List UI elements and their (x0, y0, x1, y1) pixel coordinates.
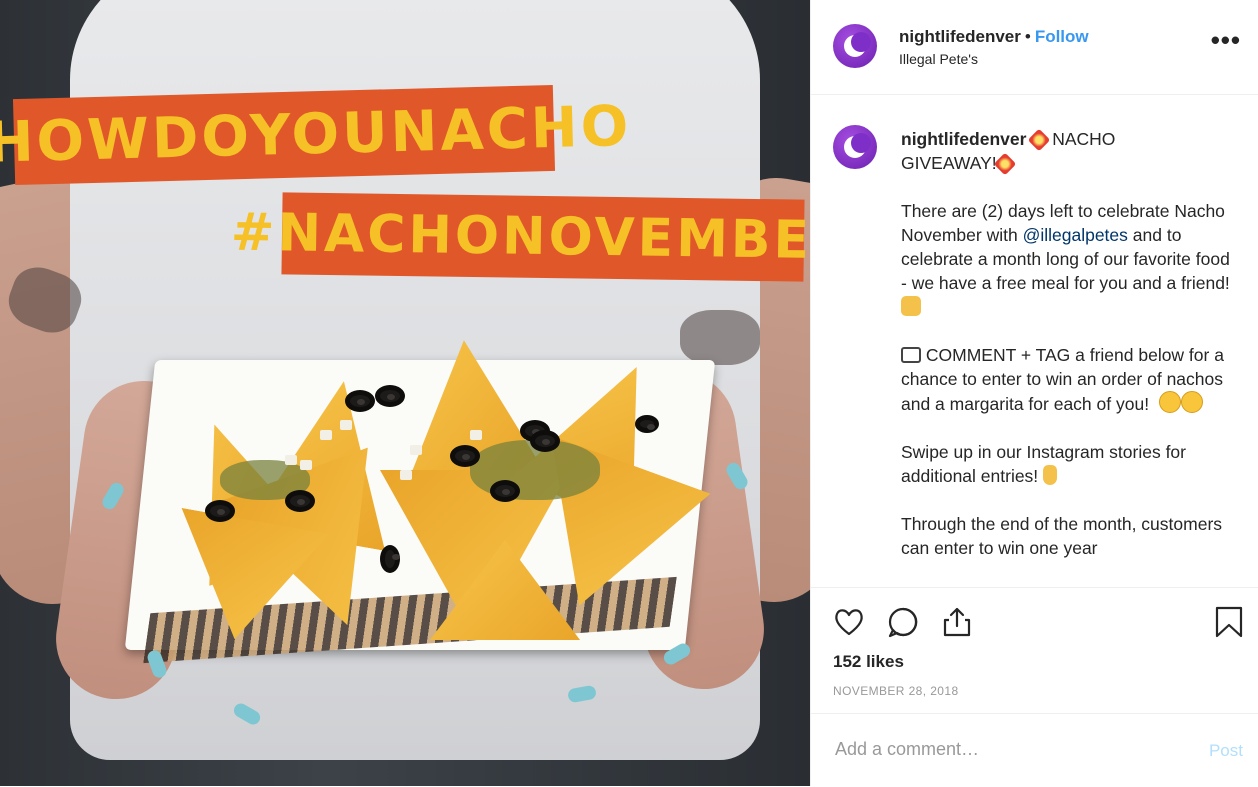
avatar[interactable] (833, 125, 877, 169)
collision-emoji-icon (1027, 128, 1051, 152)
caption-text: nightlifedenver NACHO GIVEAWAY! There ar… (901, 127, 1231, 584)
share-icon[interactable] (941, 606, 973, 638)
post-actions: 152 likes NOVEMBER 28, 2018 (811, 587, 1258, 714)
header-user-line: nightlifedenver • Follow (899, 27, 1089, 47)
right-tattoo (680, 310, 760, 365)
caption-paragraph-3: Swipe up in our Instagram stories for ad… (901, 440, 1231, 488)
caption-scroll-area[interactable]: nightlifedenver NACHO GIVEAWAY! There ar… (811, 95, 1258, 587)
hashtag-text-one: #HOWDOYOUNACHO (0, 93, 633, 177)
caption-headline-b: GIVEAWAY! (901, 153, 997, 173)
header-username[interactable]: nightlifedenver (899, 27, 1021, 46)
mention-illegalpetes[interactable]: @illegalpetes (1023, 225, 1128, 245)
comment-icon[interactable] (887, 606, 919, 638)
caption-headline: nightlifedenver NACHO GIVEAWAY! (901, 127, 1231, 176)
moon-icon (844, 133, 871, 158)
smile-emoji-icon (1158, 391, 1181, 413)
header-separator: • (1024, 27, 1031, 46)
likes-count[interactable]: 152 likes (833, 652, 904, 672)
hashtag-text-two: #NACHONOVEMBER (230, 202, 810, 272)
avatar[interactable] (833, 24, 877, 68)
post-header: nightlifedenver • Follow Illegal Pete's ••… (811, 0, 1258, 95)
comment-input[interactable] (833, 738, 1167, 761)
bookmark-icon[interactable] (1213, 606, 1245, 638)
pointing-up-emoji-icon (1043, 465, 1058, 485)
post-photo[interactable]: #HOWDOYOUNACHO #NACHONOVEMBER (0, 0, 810, 786)
hashtag-banner-nachonovember: #NACHONOVEMBER (230, 192, 810, 282)
follow-button[interactable]: Follow (1035, 27, 1089, 46)
caption-paragraph-1: There are (2) days left to celebrate Nac… (901, 199, 1231, 319)
moon-icon (844, 32, 871, 57)
post-button[interactable]: Post (1209, 741, 1243, 761)
more-options-icon[interactable]: ••• (1211, 27, 1241, 53)
caption-paragraph-4: Through the end of the month, customers … (901, 514, 1223, 558)
raised-hands-emoji-icon (901, 296, 921, 316)
location-link[interactable]: Illegal Pete's (899, 51, 978, 67)
caption-paragraph-2: COMMENT + TAG a friend below for a chanc… (901, 343, 1231, 416)
heart-icon[interactable] (833, 606, 865, 638)
post-side-panel: nightlifedenver • Follow Illegal Pete's ••… (810, 0, 1258, 786)
hashtag-banner-howdoyounacho: #HOWDOYOUNACHO (0, 84, 632, 186)
speech-bubble-emoji-icon (901, 347, 921, 363)
caption-headline-a: NACHO (1052, 129, 1116, 149)
post-date[interactable]: NOVEMBER 28, 2018 (833, 684, 959, 698)
caption-username[interactable]: nightlifedenver (901, 129, 1026, 149)
smile-emoji-icon (1180, 391, 1203, 413)
comment-bar: Post (811, 713, 1258, 787)
